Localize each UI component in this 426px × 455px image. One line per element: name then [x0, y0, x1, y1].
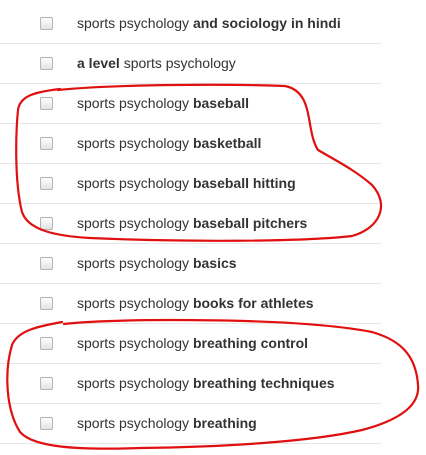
- list-item[interactable]: sports psychology basketball: [0, 124, 381, 164]
- row-checkbox[interactable]: [40, 97, 53, 110]
- keyword-list: sports psychology and sociology in hindi…: [0, 4, 381, 444]
- list-item[interactable]: sports psychology baseball pitchers: [0, 204, 381, 244]
- keyword-label: sports psychology breathing control: [77, 335, 309, 351]
- keyword-label: sports psychology baseball hitting: [77, 175, 296, 191]
- row-checkbox[interactable]: [40, 57, 53, 70]
- list-item[interactable]: sports psychology baseball hitting: [0, 164, 381, 204]
- keyword-label: sports psychology breathing techniques: [77, 375, 335, 391]
- row-checkbox[interactable]: [40, 417, 53, 430]
- list-item[interactable]: sports psychology books for athletes: [0, 284, 381, 324]
- list-item[interactable]: sports psychology basics: [0, 244, 381, 284]
- row-checkbox[interactable]: [40, 177, 53, 190]
- row-checkbox[interactable]: [40, 337, 53, 350]
- row-checkbox[interactable]: [40, 257, 53, 270]
- keyword-label: sports psychology basketball: [77, 135, 262, 151]
- keyword-label: sports psychology books for athletes: [77, 295, 314, 311]
- keyword-label: a level sports psychology: [77, 55, 236, 71]
- list-item[interactable]: sports psychology breathing: [0, 404, 381, 444]
- row-checkbox[interactable]: [40, 217, 53, 230]
- list-item[interactable]: sports psychology baseball: [0, 84, 381, 124]
- row-checkbox[interactable]: [40, 377, 53, 390]
- list-item[interactable]: sports psychology breathing techniques: [0, 364, 381, 404]
- list-item[interactable]: sports psychology and sociology in hindi: [0, 4, 381, 44]
- keyword-label: sports psychology and sociology in hindi: [77, 15, 341, 31]
- keyword-label: sports psychology basics: [77, 255, 237, 271]
- keyword-label: sports psychology baseball pitchers: [77, 215, 308, 231]
- keyword-label: sports psychology breathing: [77, 415, 257, 431]
- row-checkbox[interactable]: [40, 297, 53, 310]
- row-checkbox[interactable]: [40, 137, 53, 150]
- list-item[interactable]: a level sports psychology: [0, 44, 381, 84]
- row-checkbox[interactable]: [40, 17, 53, 30]
- keyword-label: sports psychology baseball: [77, 95, 249, 111]
- list-item[interactable]: sports psychology breathing control: [0, 324, 381, 364]
